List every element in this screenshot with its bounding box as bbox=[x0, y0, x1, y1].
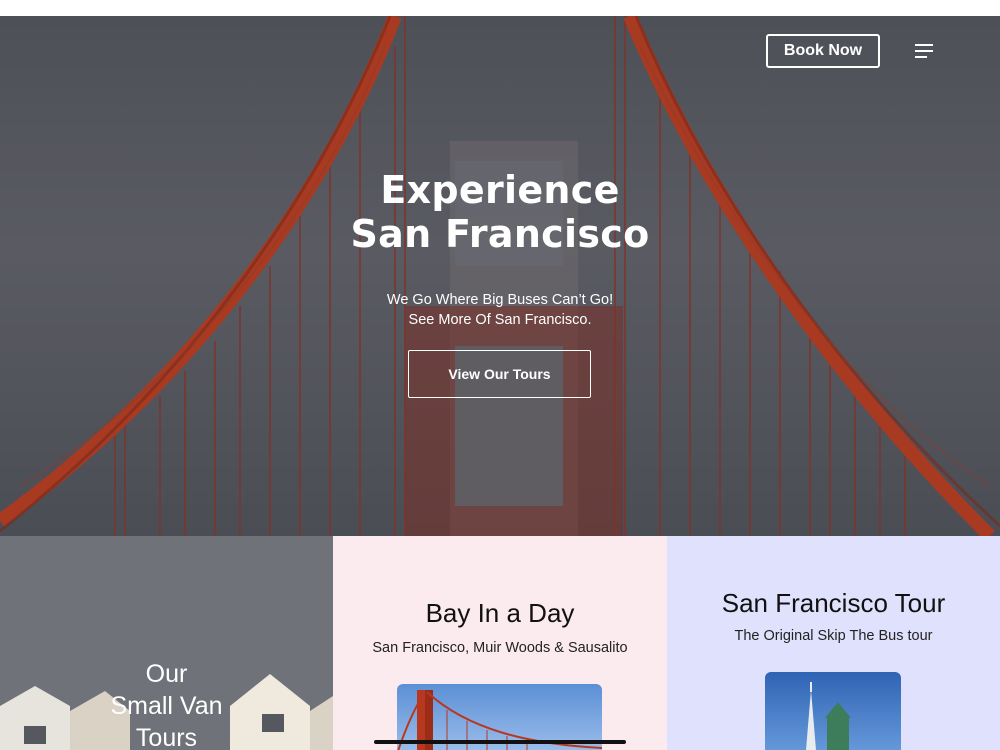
bay-in-a-day-title: Bay In a Day bbox=[425, 598, 575, 628]
small-van-tours-title: Our Small Van Tours bbox=[110, 660, 223, 750]
hamburger-menu-icon[interactable] bbox=[915, 44, 933, 58]
pyramid-thumbnail-graphic bbox=[806, 682, 851, 750]
transamerica-pyramid-thumbnail[interactable] bbox=[765, 672, 901, 750]
hero-subtitle: We Go Where Big Buses Can’t Go! See More… bbox=[386, 292, 614, 328]
san-francisco-tour-card[interactable]: San Francisco Tour The Original Skip The… bbox=[667, 536, 1000, 750]
san-francisco-tour-title: San Francisco Tour bbox=[721, 588, 946, 618]
bay-in-a-day-card[interactable]: Bay In a Day San Francisco, Muir Woods &… bbox=[333, 536, 667, 750]
home-indicator-bar bbox=[374, 740, 626, 744]
small-van-tours-card[interactable]: Our Small Van Tours bbox=[0, 536, 333, 750]
top-strip bbox=[0, 0, 1000, 16]
hero-section: Book Now Experience San Francisco We Go … bbox=[0, 16, 1000, 536]
golden-gate-bridge-photo bbox=[0, 16, 1000, 536]
bay-in-a-day-subtitle: San Francisco, Muir Woods & Sausalito bbox=[372, 640, 628, 656]
view-our-tours-button[interactable]: View Our Tours bbox=[408, 350, 591, 398]
san-francisco-tour-subtitle: The Original Skip The Bus tour bbox=[734, 628, 933, 644]
hero-title: Experience San Francisco bbox=[350, 168, 650, 256]
book-now-button[interactable]: Book Now bbox=[766, 34, 880, 68]
